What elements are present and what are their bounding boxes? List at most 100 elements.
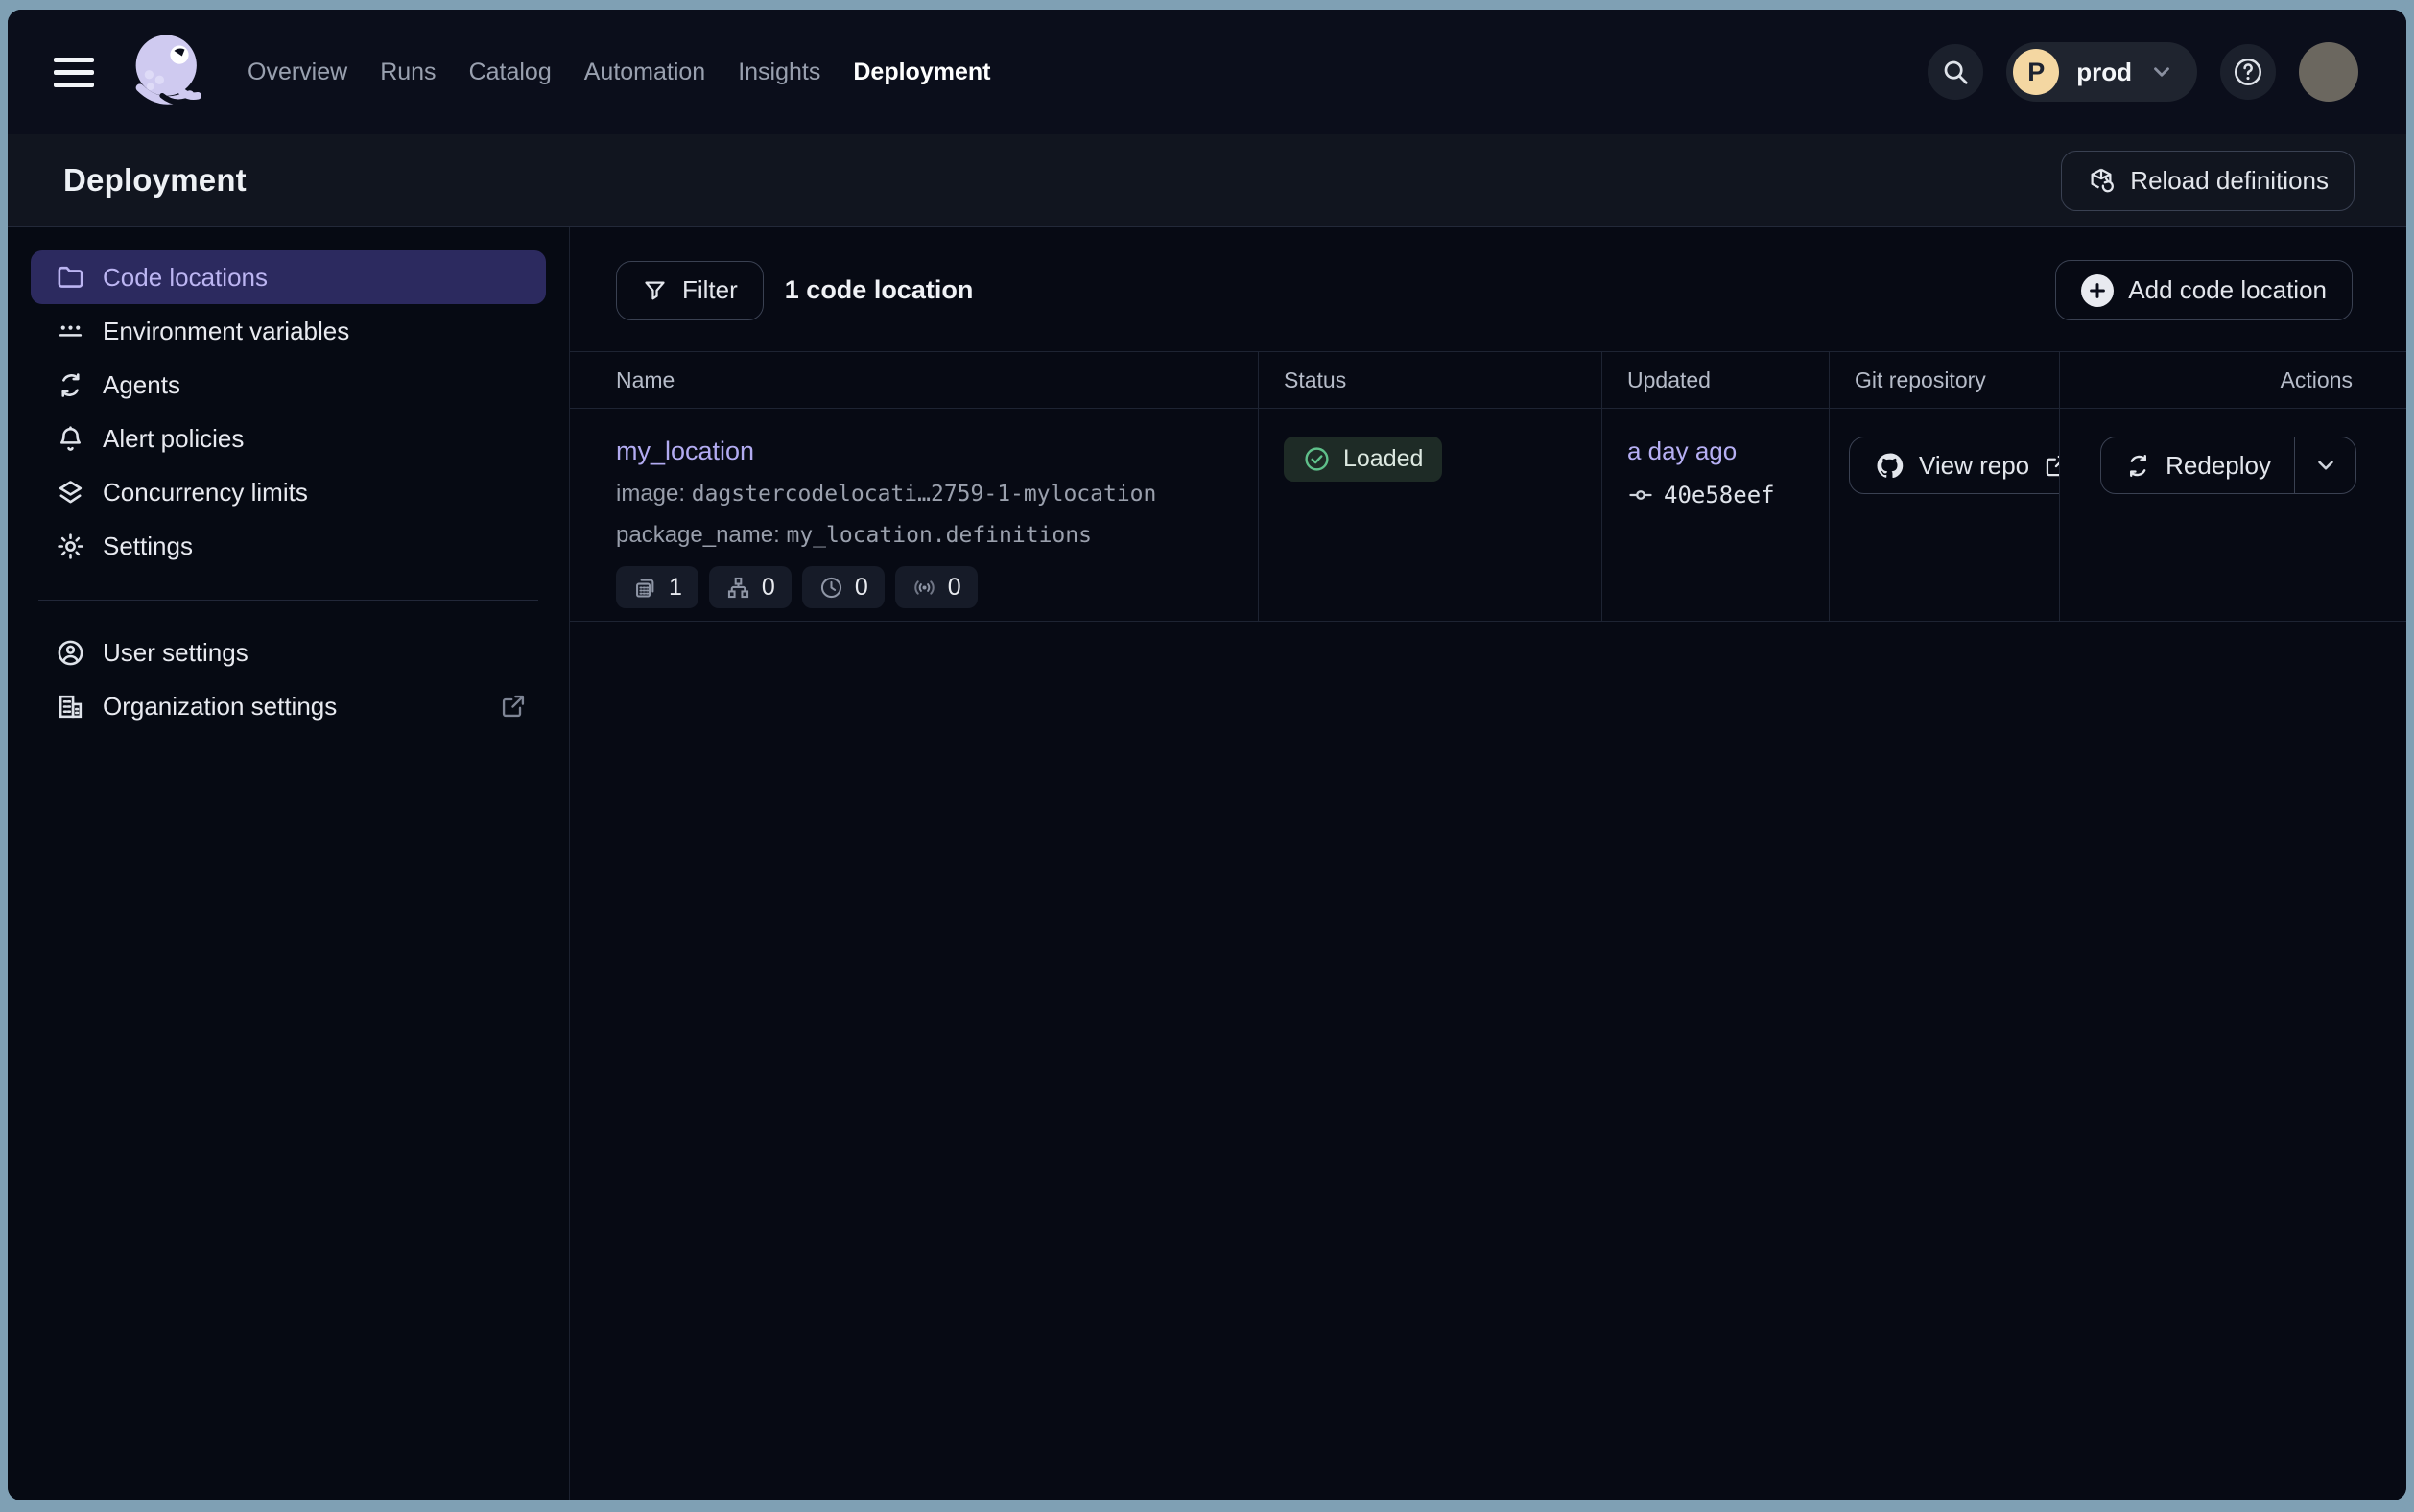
help-button[interactable]	[2220, 44, 2276, 100]
image-label: image:	[616, 481, 685, 507]
deployment-name: prod	[2076, 58, 2132, 87]
schedule-count-icon	[818, 575, 844, 601]
sidebar-item-label: Code locations	[103, 263, 268, 293]
env-vars-icon	[56, 317, 85, 346]
sidebar-item-label: Environment variables	[103, 317, 349, 346]
deployment-sidebar: Code locations Environment variables	[8, 227, 570, 1500]
plus-circle-icon	[2081, 274, 2114, 307]
dagster-logo-icon	[127, 30, 211, 114]
filter-label: Filter	[682, 275, 738, 305]
menu-icon[interactable]	[54, 58, 94, 87]
sidebar-divider	[38, 600, 538, 601]
image-value: dagstercodelocati…2759-1-mylocation	[692, 482, 1157, 507]
external-link-icon	[500, 693, 527, 720]
column-header-git-repository: Git repository	[1829, 352, 2059, 408]
nav-item-overview[interactable]: Overview	[248, 59, 347, 86]
deployment-switcher[interactable]: P prod	[2006, 42, 2197, 102]
sidebar-item-agents[interactable]: Agents	[31, 358, 546, 412]
nav-item-catalog[interactable]: Catalog	[469, 59, 552, 86]
job-count-badge[interactable]: 0	[709, 566, 792, 608]
sidebar-item-user-settings[interactable]: User settings	[31, 626, 546, 679]
package-meta: package_name: my_location.definitions	[616, 522, 1258, 549]
sidebar-item-label: Agents	[103, 370, 180, 400]
content-area: Code locations Environment variables	[8, 227, 2406, 1500]
status-badge: Loaded	[1284, 437, 1442, 482]
nav-item-insights[interactable]: Insights	[738, 59, 820, 86]
view-repo-button[interactable]: View repo	[1849, 437, 2059, 494]
user-circle-icon	[56, 638, 85, 668]
sidebar-item-concurrency-limits[interactable]: Concurrency limits	[31, 465, 546, 519]
job-count-icon	[725, 575, 751, 601]
app-window: Overview Runs Catalog Automation Insight…	[8, 10, 2406, 1500]
page-header: Deployment Reload definitions	[8, 134, 2406, 227]
redeploy-split-button: Redeploy	[2100, 437, 2356, 494]
github-icon	[1875, 451, 1905, 481]
help-icon	[2232, 56, 2264, 88]
image-meta: image: dagstercodelocati…2759-1-mylocati…	[616, 481, 1258, 508]
add-code-location-label: Add code location	[2128, 275, 2327, 305]
cell-name: my_location image: dagstercodelocati…275…	[570, 409, 1258, 621]
chevron-down-icon	[2313, 453, 2338, 478]
table-row: my_location image: dagstercodelocati…275…	[570, 409, 2406, 622]
view-repo-label: View repo	[1919, 451, 2029, 481]
sidebar-item-environment-variables[interactable]: Environment variables	[31, 304, 546, 358]
redeploy-more-button[interactable]	[2294, 437, 2355, 493]
column-header-name: Name	[570, 352, 1258, 408]
updated-time-link[interactable]: a day ago	[1627, 437, 1737, 466]
sidebar-item-settings[interactable]: Settings	[31, 519, 546, 573]
schedule-count-badge[interactable]: 0	[802, 566, 885, 608]
sidebar-item-alert-policies[interactable]: Alert policies	[31, 412, 546, 465]
user-avatar[interactable]	[2299, 42, 2358, 102]
column-header-status: Status	[1258, 352, 1601, 408]
nav-item-automation[interactable]: Automation	[584, 59, 705, 86]
code-locations-toolbar: Filter 1 code location Add code location	[570, 260, 2406, 320]
nav-item-runs[interactable]: Runs	[380, 59, 436, 86]
redeploy-button[interactable]: Redeploy	[2101, 437, 2294, 493]
chevron-down-icon	[2149, 59, 2174, 84]
sensor-count: 0	[948, 574, 961, 602]
commit-info: 40e58eef	[1627, 482, 1829, 508]
commit-icon	[1627, 482, 1654, 508]
filter-icon	[642, 277, 668, 303]
primary-nav: Overview Runs Catalog Automation Insight…	[248, 59, 990, 86]
sidebar-item-label: Organization settings	[103, 692, 337, 721]
sidebar-item-label: Concurrency limits	[103, 478, 308, 508]
code-location-link[interactable]: my_location	[616, 437, 754, 466]
agents-refresh-icon	[56, 370, 85, 400]
redeploy-label: Redeploy	[2166, 451, 2271, 481]
nav-item-deployment[interactable]: Deployment	[853, 59, 990, 86]
external-link-icon	[2044, 453, 2059, 479]
search-icon	[1941, 58, 1970, 86]
asset-count: 1	[669, 574, 682, 602]
job-count: 0	[762, 574, 775, 602]
reload-definitions-label: Reload definitions	[2130, 166, 2329, 196]
commit-hash: 40e58eef	[1664, 482, 1775, 508]
nav-right-cluster: P prod	[1928, 42, 2358, 102]
reload-definitions-button[interactable]: Reload definitions	[2061, 151, 2355, 211]
layers-icon	[56, 478, 85, 508]
deployment-avatar: P	[2013, 49, 2059, 95]
sensor-count-badge[interactable]: 0	[895, 566, 978, 608]
definition-count-badges: 1 0	[616, 566, 1258, 608]
sidebar-item-code-locations[interactable]: Code locations	[31, 250, 546, 304]
search-button[interactable]	[1928, 44, 1983, 100]
cell-status: Loaded	[1258, 409, 1601, 621]
sensor-count-icon	[911, 575, 937, 601]
package-value: my_location.definitions	[786, 523, 1092, 548]
table-header-row: Name Status Updated Git repository Actio…	[570, 351, 2406, 409]
schedule-count: 0	[855, 574, 868, 602]
add-code-location-button[interactable]: Add code location	[2055, 260, 2353, 320]
sidebar-item-label: User settings	[103, 638, 248, 668]
sidebar-item-label: Alert policies	[103, 424, 244, 454]
reload-definitions-icon	[2087, 166, 2116, 195]
filter-button[interactable]: Filter	[616, 261, 764, 320]
asset-count-badge[interactable]: 1	[616, 566, 698, 608]
top-navigation-bar: Overview Runs Catalog Automation Insight…	[8, 10, 2406, 134]
check-circle-icon	[1303, 445, 1331, 473]
redeploy-refresh-icon	[2124, 452, 2152, 480]
code-location-count: 1 code location	[785, 275, 974, 305]
column-header-actions: Actions	[2059, 352, 2406, 408]
gear-icon	[56, 532, 85, 561]
asset-count-icon	[632, 575, 658, 601]
sidebar-item-organization-settings[interactable]: Organization settings	[31, 679, 546, 733]
